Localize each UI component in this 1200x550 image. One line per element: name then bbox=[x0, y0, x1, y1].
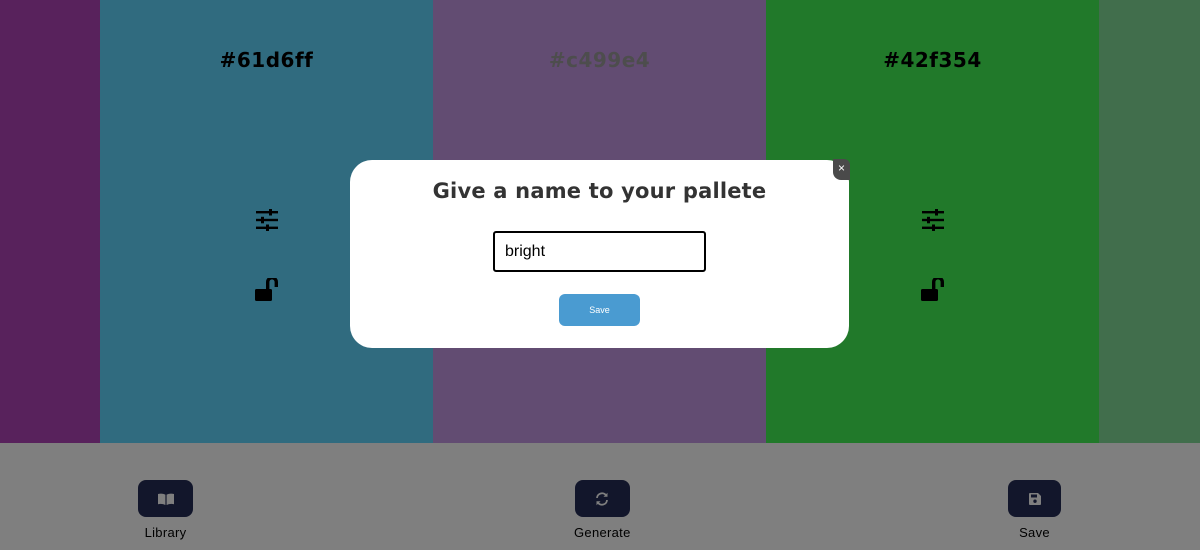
save-name-button[interactable]: Save bbox=[559, 294, 640, 326]
modal-title: Give a name to your pallete bbox=[432, 179, 767, 203]
palette-name-input[interactable] bbox=[493, 231, 706, 272]
app: #61d6ff #c499e4 bbox=[0, 0, 1200, 550]
close-button[interactable]: × bbox=[833, 159, 850, 180]
save-palette-modal: × Give a name to your pallete Save bbox=[350, 159, 850, 348]
